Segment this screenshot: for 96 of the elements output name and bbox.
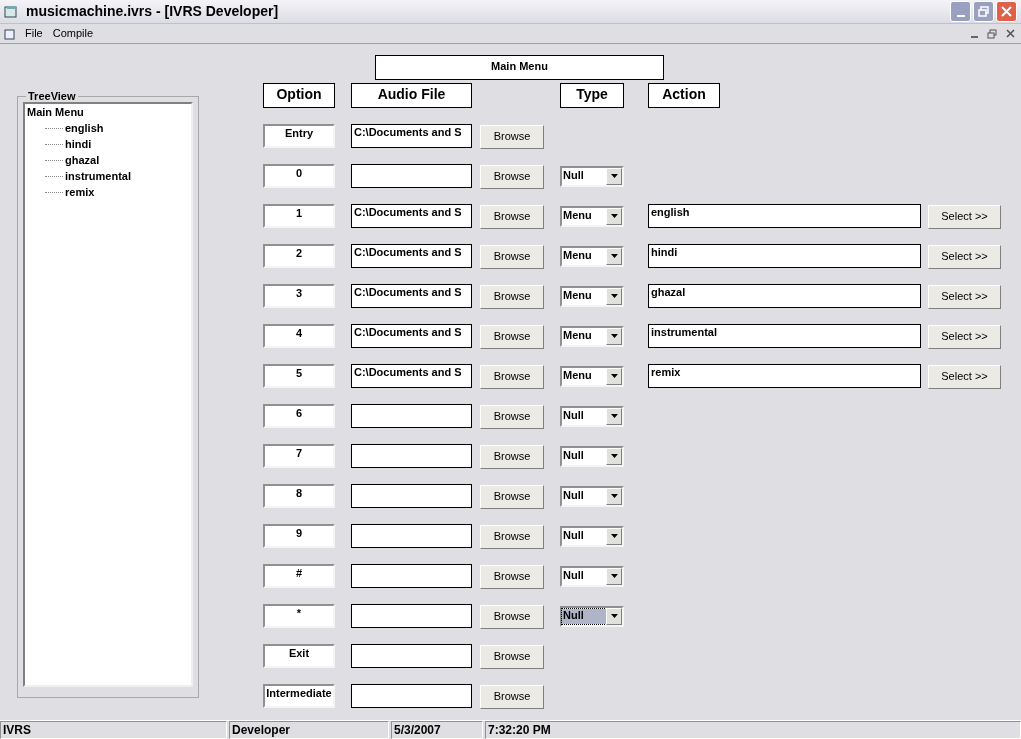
select-button[interactable]: Select >> bbox=[928, 244, 1001, 269]
type-dropdown[interactable]: Null bbox=[560, 525, 624, 547]
browse-button[interactable]: Browse bbox=[480, 564, 544, 589]
close-icon bbox=[1005, 29, 1015, 38]
action-field[interactable]: ghazal bbox=[648, 284, 921, 308]
column-header: Audio File bbox=[351, 83, 472, 108]
option-field[interactable]: 0 bbox=[263, 164, 335, 188]
select-button[interactable]: Select >> bbox=[928, 284, 1001, 309]
browse-button[interactable]: Browse bbox=[480, 284, 544, 309]
tree-item[interactable]: english bbox=[65, 120, 104, 136]
action-field[interactable]: hindi bbox=[648, 244, 921, 268]
browse-button[interactable]: Browse bbox=[480, 124, 544, 149]
audio-file-field[interactable]: C:\Documents and S bbox=[351, 364, 472, 388]
status-panel: 5/3/2007 bbox=[391, 721, 483, 739]
option-field[interactable]: 4 bbox=[263, 324, 335, 348]
browse-button[interactable]: Browse bbox=[480, 484, 544, 509]
action-field[interactable]: remix bbox=[648, 364, 921, 388]
browse-button[interactable]: Browse bbox=[480, 524, 544, 549]
column-header: Action bbox=[648, 83, 720, 108]
option-field[interactable]: 6 bbox=[263, 404, 335, 428]
option-field[interactable]: * bbox=[263, 604, 335, 628]
restore-icon bbox=[978, 6, 989, 17]
type-dropdown[interactable]: Null bbox=[560, 485, 624, 507]
browse-button[interactable]: Browse bbox=[480, 684, 544, 709]
audio-file-field[interactable] bbox=[351, 404, 472, 428]
browse-button[interactable]: Browse bbox=[480, 404, 544, 429]
browse-button[interactable]: Browse bbox=[480, 444, 544, 469]
select-button[interactable]: Select >> bbox=[928, 364, 1001, 389]
option-field[interactable]: 9 bbox=[263, 524, 335, 548]
close-icon bbox=[1001, 6, 1012, 17]
audio-file-field[interactable] bbox=[351, 604, 472, 628]
group-label: TreeView bbox=[27, 91, 77, 102]
option-field[interactable]: 8 bbox=[263, 484, 335, 508]
audio-file-field[interactable] bbox=[351, 564, 472, 588]
menu-item[interactable]: Compile bbox=[47, 25, 99, 42]
audio-file-field[interactable]: C:\Documents and S bbox=[351, 204, 472, 228]
browse-button[interactable]: Browse bbox=[480, 204, 544, 229]
select-button[interactable]: Select >> bbox=[928, 204, 1001, 229]
type-dropdown[interactable]: Null bbox=[560, 445, 624, 467]
restore-icon bbox=[987, 28, 997, 39]
browse-button[interactable]: Browse bbox=[480, 324, 544, 349]
audio-file-field[interactable] bbox=[351, 484, 472, 508]
option-field[interactable]: 1 bbox=[263, 204, 335, 228]
action-field[interactable]: english bbox=[648, 204, 921, 228]
app-icon bbox=[4, 4, 18, 19]
browse-button[interactable]: Browse bbox=[480, 244, 544, 269]
audio-file-field[interactable]: C:\Documents and S bbox=[351, 284, 472, 308]
type-dropdown[interactable]: Null bbox=[560, 565, 624, 587]
status-panel: 7:32:20 PM bbox=[485, 721, 1021, 739]
audio-file-field[interactable] bbox=[351, 684, 472, 708]
tree-item[interactable]: remix bbox=[65, 184, 95, 200]
tree-item[interactable]: hindi bbox=[65, 136, 92, 152]
action-field[interactable]: instrumental bbox=[648, 324, 921, 348]
tree-item[interactable]: instrumental bbox=[65, 168, 131, 184]
audio-file-field[interactable]: C:\Documents and S bbox=[351, 324, 472, 348]
browse-button[interactable]: Browse bbox=[480, 164, 544, 189]
browse-button[interactable]: Browse bbox=[480, 644, 544, 669]
option-field[interactable]: 3 bbox=[263, 284, 335, 308]
option-field[interactable]: 7 bbox=[263, 444, 335, 468]
audio-file-field[interactable] bbox=[351, 164, 472, 188]
browse-button[interactable]: Browse bbox=[480, 604, 544, 629]
status-panel: IVRS bbox=[0, 721, 227, 739]
type-dropdown[interactable]: Null bbox=[560, 605, 624, 627]
window-title: musicmachine.ivrs - [IVRS Developer] bbox=[26, 2, 279, 21]
option-field[interactable]: # bbox=[263, 564, 335, 588]
option-field[interactable]: Intermediate bbox=[263, 684, 335, 708]
option-field[interactable]: Entry bbox=[263, 124, 335, 148]
audio-file-field[interactable]: C:\Documents and S bbox=[351, 244, 472, 268]
browse-button[interactable]: Browse bbox=[480, 364, 544, 389]
document-icon bbox=[4, 27, 16, 40]
type-dropdown[interactable]: Null bbox=[560, 405, 624, 427]
status-panel: Developer bbox=[229, 721, 389, 739]
menu-title: Main Menu bbox=[375, 55, 664, 80]
minimize-button[interactable] bbox=[950, 1, 971, 22]
audio-file-field[interactable] bbox=[351, 524, 472, 548]
type-dropdown[interactable]: Menu bbox=[560, 365, 624, 387]
column-header: Option bbox=[263, 83, 335, 108]
option-field[interactable]: 2 bbox=[263, 244, 335, 268]
type-dropdown[interactable]: Null bbox=[560, 165, 624, 187]
tree-item[interactable]: Main Menu bbox=[27, 104, 191, 120]
tree-item[interactable]: ghazal bbox=[65, 152, 100, 168]
select-button[interactable]: Select >> bbox=[928, 324, 1001, 349]
option-field[interactable]: Exit bbox=[263, 644, 335, 668]
menu-item[interactable]: File bbox=[20, 25, 48, 42]
type-dropdown[interactable]: Menu bbox=[560, 325, 624, 347]
audio-file-field[interactable]: C:\Documents and S bbox=[351, 124, 472, 148]
type-dropdown[interactable]: Menu bbox=[560, 205, 624, 227]
audio-file-field[interactable] bbox=[351, 644, 472, 668]
type-dropdown[interactable]: Menu bbox=[560, 245, 624, 267]
column-header: Type bbox=[560, 83, 624, 108]
close-button[interactable] bbox=[996, 1, 1017, 22]
option-field[interactable]: 5 bbox=[263, 364, 335, 388]
restore-button[interactable] bbox=[985, 26, 999, 41]
type-dropdown[interactable]: Menu bbox=[560, 285, 624, 307]
audio-file-field[interactable] bbox=[351, 444, 472, 468]
restore-button[interactable] bbox=[973, 1, 994, 22]
